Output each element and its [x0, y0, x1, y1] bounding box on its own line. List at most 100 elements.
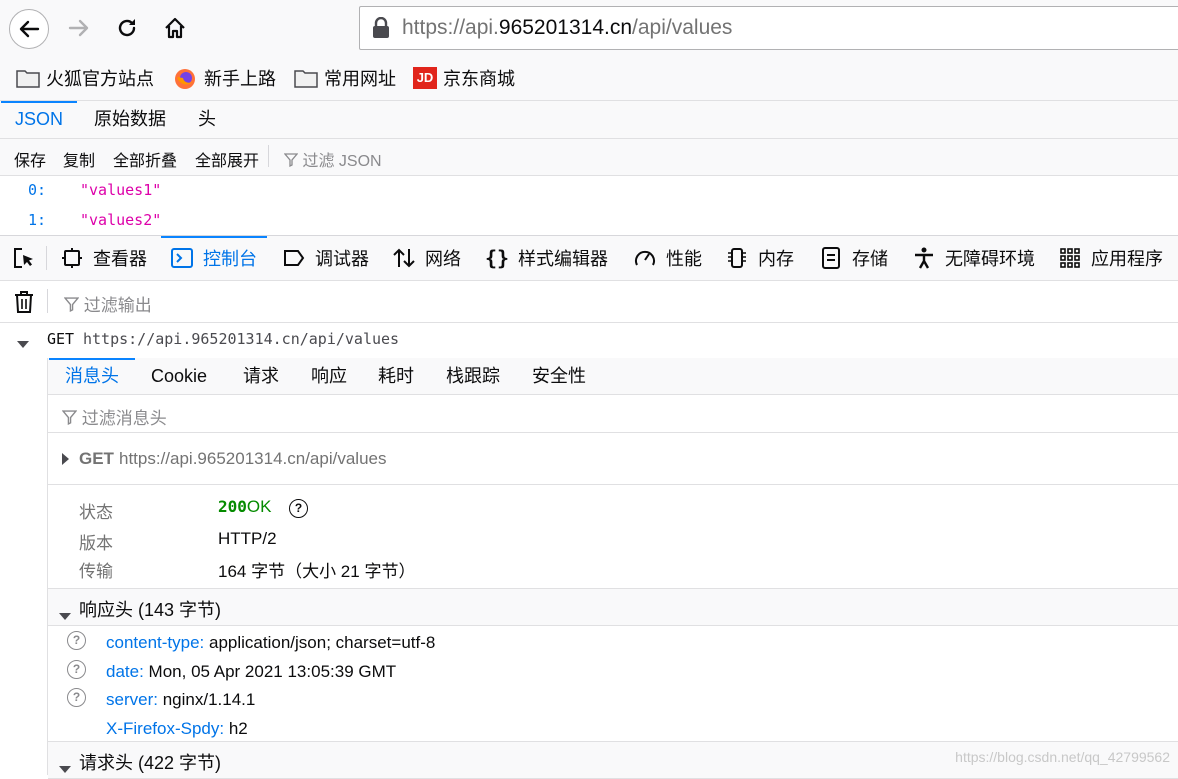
jd-icon: JD [413, 67, 437, 89]
expand-triangle-icon [62, 452, 69, 470]
expand-all-button[interactable]: 全部展开 [195, 147, 259, 171]
tab-application[interactable]: 应用程序 [1059, 236, 1163, 280]
header-name: X-Firefox-Spdy: [106, 719, 225, 738]
tab-cookie[interactable]: Cookie [151, 358, 207, 394]
watermark: https://blog.csdn.net/qq_42799562 [955, 749, 1170, 765]
storage-icon [820, 247, 842, 269]
save-button[interactable]: 保存 [14, 147, 46, 171]
summary-url: https://api.965201314.cn/api/values [119, 449, 387, 468]
reload-icon [118, 19, 136, 37]
response-headers-section[interactable]: 响应头 (143 字节) [48, 588, 1178, 626]
request-summary[interactable]: GET https://api.965201314.cn/api/values [48, 433, 1178, 485]
style-editor-icon: {} [484, 246, 510, 270]
json-key: 0: [28, 181, 47, 199]
forward-arrow-icon [68, 19, 89, 37]
tab-raw-data[interactable]: 原始数据 [80, 101, 180, 138]
tab-storage[interactable]: 存储 [820, 236, 888, 280]
divider [47, 289, 48, 313]
back-button[interactable] [9, 9, 49, 49]
bookmark-label: 京东商城 [443, 69, 515, 89]
home-button[interactable] [156, 9, 194, 47]
bookmark-item[interactable]: 常用网址 [294, 66, 396, 90]
details-tabs: 消息头 Cookie 请求 响应 耗时 栈跟踪 安全性 [48, 358, 1178, 395]
forward-button[interactable] [60, 9, 98, 47]
tab-headers[interactable]: 消息头 [49, 358, 135, 394]
url-bar[interactable]: https://api.965201314.cn/api/values [359, 6, 1178, 50]
tab-network[interactable]: 网络 [393, 236, 461, 280]
navigation-toolbar: https://api.965201314.cn/api/values [0, 0, 1178, 56]
devtools-toolbar: 查看器 控制台 调试器 网络 {} 样式编辑器 性能 内存 存储 无障碍环境 应… [0, 235, 1178, 281]
console-filter-input[interactable]: 过滤输出 [63, 291, 152, 316]
tab-headers[interactable]: 头 [184, 101, 230, 138]
header-value: nginx/1.14.1 [162, 690, 256, 709]
header-row[interactable]: date: Mon, 05 Apr 2021 13:05:39 GMT [106, 662, 396, 682]
url-text: https://api.965201314.cn/api/values [402, 16, 733, 39]
console-request-entry[interactable]: GET https://api.965201314.cn/api/values [0, 323, 1178, 357]
tab-request[interactable]: 请求 [243, 358, 279, 394]
tab-accessibility[interactable]: 无障碍环境 [913, 236, 1035, 280]
header-row[interactable]: X-Firefox-Spdy: h2 [106, 719, 248, 739]
tab-label: 性能 [666, 249, 702, 269]
tab-timings[interactable]: 耗时 [378, 358, 414, 394]
tab-memory[interactable]: 内存 [726, 236, 794, 280]
collapse-all-button[interactable]: 全部折叠 [113, 147, 177, 171]
collapse-triangle-icon[interactable] [17, 334, 29, 352]
firefox-icon [174, 68, 198, 89]
inspector-icon [61, 247, 83, 269]
application-icon [1059, 247, 1081, 269]
header-name: server: [106, 690, 158, 709]
clear-console-button[interactable] [14, 290, 34, 319]
request-headers-title: 请求头 (422 字节) [79, 753, 222, 773]
tab-debugger[interactable]: 调试器 [283, 236, 369, 280]
console-filter-placeholder: 过滤输出 [83, 296, 152, 315]
header-row[interactable]: server: nginx/1.14.1 [106, 690, 255, 710]
bookmark-label: 火狐官方站点 [46, 69, 154, 89]
bookmark-item[interactable]: 新手上路 [174, 66, 276, 90]
bookmark-label: 常用网址 [324, 69, 396, 89]
header-row[interactable]: content-type: application/json; charset=… [106, 633, 435, 653]
tab-label: 控制台 [203, 249, 257, 269]
header-value: h2 [228, 719, 248, 738]
collapse-triangle-icon [59, 604, 71, 625]
tab-json[interactable]: JSON [1, 101, 78, 140]
copy-button[interactable]: 复制 [63, 147, 95, 171]
headers-filter-input[interactable]: 过滤消息头 [61, 404, 167, 429]
tab-console[interactable]: 控制台 [161, 236, 267, 280]
accessibility-icon [913, 247, 935, 269]
headers-filter-bar: 过滤消息头 [48, 395, 1178, 433]
help-icon[interactable]: ? [67, 631, 86, 650]
filter-icon [63, 297, 80, 313]
status-value: 200OK [218, 497, 271, 517]
filter-icon [61, 410, 78, 426]
folder-icon [294, 68, 318, 88]
help-icon[interactable]: ? [67, 660, 86, 679]
json-key: 1: [28, 211, 47, 229]
bookmark-item[interactable]: 火狐官方站点 [16, 66, 154, 90]
request-url[interactable]: https://api.965201314.cn/api/values [83, 330, 399, 348]
help-icon[interactable]: ? [289, 499, 308, 518]
json-filter-input[interactable]: 过滤 JSON [283, 147, 382, 171]
bookmarks-toolbar: 火狐官方站点 新手上路 常用网址 JD 京东商城 [0, 56, 1178, 101]
tab-label: 无障碍环境 [945, 249, 1035, 269]
divider [46, 246, 47, 270]
tab-stack-trace[interactable]: 栈跟踪 [446, 358, 500, 394]
tab-inspector[interactable]: 查看器 [61, 236, 147, 280]
bookmark-item[interactable]: JD 京东商城 [413, 66, 515, 90]
headers-filter-placeholder: 过滤消息头 [81, 409, 167, 428]
version-label: 版本 [79, 534, 113, 553]
json-filter-placeholder: 过滤 JSON [302, 153, 382, 170]
request-method: GET [47, 330, 75, 348]
tab-security[interactable]: 安全性 [532, 358, 586, 394]
tab-style-editor[interactable]: {} 样式编辑器 [484, 236, 608, 280]
tab-response[interactable]: 响应 [311, 358, 347, 394]
reload-button[interactable] [108, 9, 146, 47]
element-picker-button[interactable] [12, 236, 36, 280]
json-value: "values2" [80, 211, 162, 229]
help-icon[interactable]: ? [67, 688, 86, 707]
tab-performance[interactable]: 性能 [634, 236, 702, 280]
trash-icon [15, 291, 33, 313]
status-label: 状态 [79, 503, 113, 522]
back-arrow-icon [19, 20, 40, 38]
tab-label: 存储 [852, 249, 888, 269]
filter-icon [283, 153, 299, 168]
